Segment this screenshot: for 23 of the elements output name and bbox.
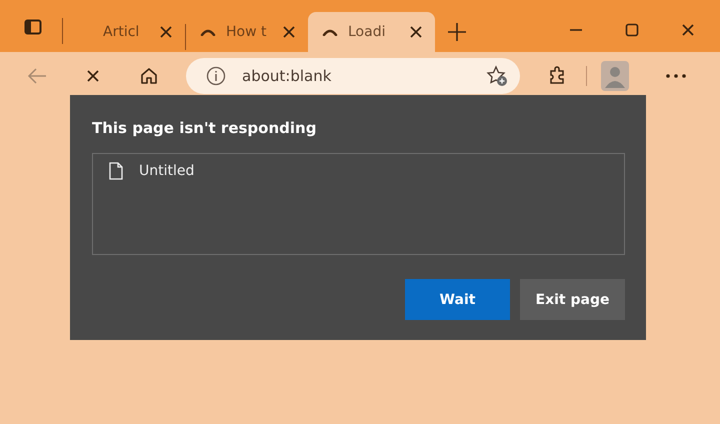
address-field[interactable]: about:blank xyxy=(242,67,470,85)
close-icon xyxy=(86,69,100,83)
tab-close-icon[interactable] xyxy=(159,25,173,39)
exit-page-button[interactable]: Exit page xyxy=(520,279,625,320)
add-favorite-icon[interactable] xyxy=(486,65,508,87)
browser-tab[interactable]: How t xyxy=(186,12,308,52)
address-bar[interactable]: about:blank xyxy=(186,58,520,94)
tab-close-icon[interactable] xyxy=(282,25,296,39)
close-icon xyxy=(681,23,695,37)
home-icon xyxy=(140,67,158,85)
document-icon xyxy=(109,162,123,180)
dialog-title: This page isn't responding xyxy=(92,119,318,139)
info-icon xyxy=(206,66,226,86)
wait-button[interactable]: Wait xyxy=(405,279,510,320)
tab-close-icon[interactable] xyxy=(409,25,423,39)
maximize-icon xyxy=(625,23,639,37)
plus-icon xyxy=(447,22,467,42)
browser-tab[interactable]: Loadi xyxy=(308,12,435,52)
back-arrow-icon xyxy=(27,68,47,84)
more-icon xyxy=(666,74,686,78)
new-tab-button[interactable] xyxy=(445,20,469,44)
browser-tab[interactable]: Articl xyxy=(63,12,185,52)
page-title: Untitled xyxy=(139,163,194,179)
